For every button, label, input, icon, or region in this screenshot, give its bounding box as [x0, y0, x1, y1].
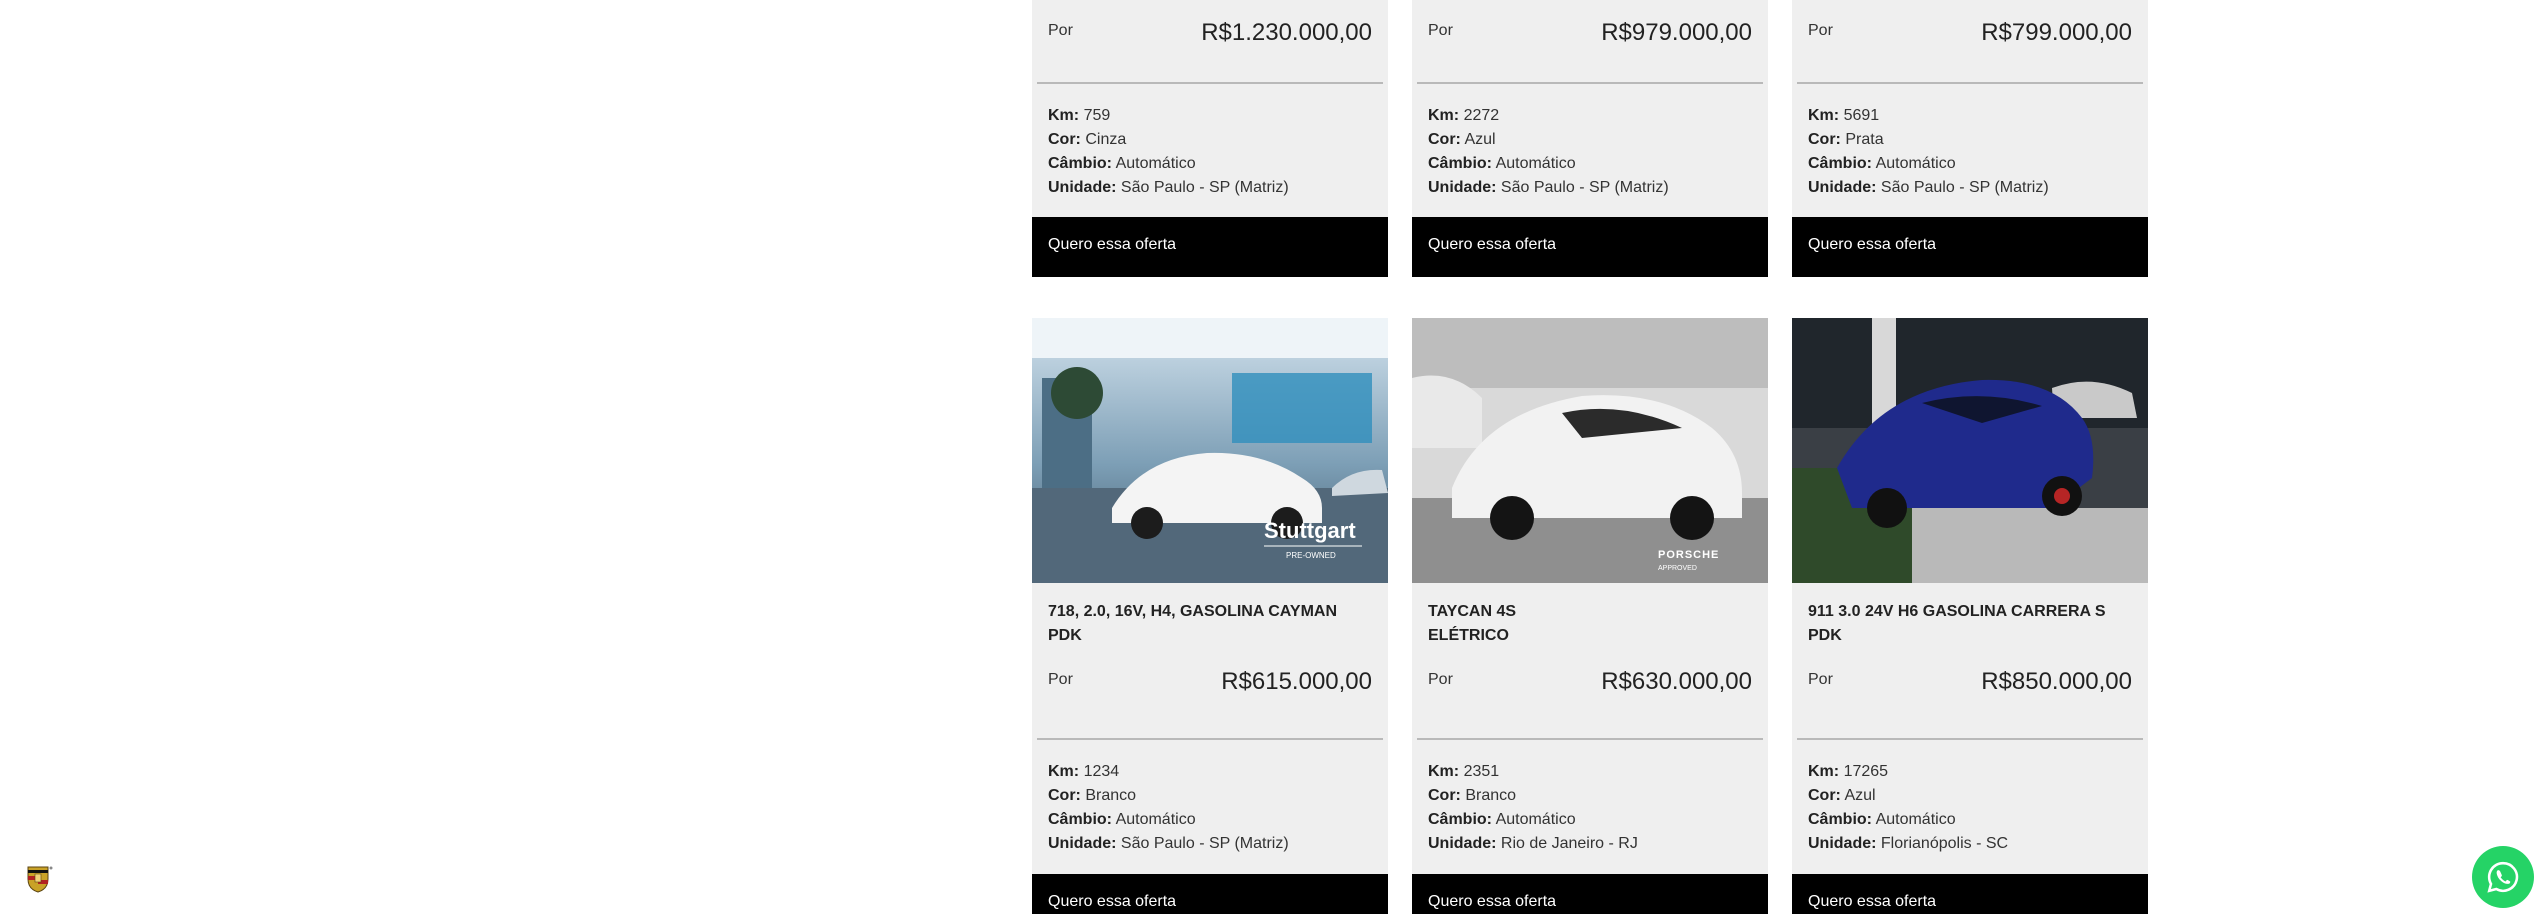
divider — [1417, 82, 1763, 84]
vehicle-specs: Km: 1234 Cor: Branco Câmbio: Automático … — [1048, 760, 1372, 856]
spec-gearbox: Câmbio: Automático — [1428, 811, 1576, 828]
price-value: R$1.230.000,00 — [1201, 19, 1372, 46]
vehicle-title[interactable]: 718, 2.0, 16V, H4, GASOLINA CAYMAN PDK — [1048, 600, 1368, 648]
vehicle-grid: Por R$1.230.000,00 Km: 759 Cor: Cinza Câ… — [1032, 0, 2148, 914]
whatsapp-icon — [2487, 861, 2519, 893]
svg-text:Stuttgart: Stuttgart — [1264, 518, 1356, 543]
vehicle-card: Stuttgart PRE-OWNED 718, 2.0, 16V, H4, G… — [1032, 318, 1388, 914]
vehicle-photo[interactable]: Stuttgart PRE-OWNED — [1032, 318, 1388, 583]
vehicle-specs: Km: 759 Cor: Cinza Câmbio: Automático Un… — [1048, 104, 1372, 200]
cayman-photo: Stuttgart PRE-OWNED — [1032, 318, 1388, 583]
price-row: Por R$799.000,00 — [1808, 15, 2132, 55]
vehicle-photo[interactable] — [1792, 318, 2148, 583]
price-prefix: Por — [1808, 22, 1833, 39]
vehicle-photo[interactable]: PORSCHE APPROVED — [1412, 318, 1768, 583]
svg-text:APPROVED: APPROVED — [1658, 565, 1697, 572]
spec-km: Km: 759 — [1048, 107, 1111, 124]
offer-button[interactable]: Quero essa oferta — [1412, 217, 1768, 277]
spec-color: Cor: Cinza — [1048, 131, 1127, 148]
price-prefix: Por — [1428, 22, 1453, 39]
vehicle-specs: Km: 5691 Cor: Prata Câmbio: Automático U… — [1808, 104, 2132, 200]
taycan-photo: PORSCHE APPROVED — [1412, 318, 1768, 583]
offer-button[interactable]: Quero essa oferta — [1792, 874, 2148, 914]
spec-unit: Unidade: São Paulo - SP (Matriz) — [1808, 179, 2049, 196]
offer-button[interactable]: Quero essa oferta — [1792, 217, 2148, 277]
vehicle-title[interactable]: TAYCAN 4S ELÉTRICO — [1428, 600, 1748, 648]
price-prefix: Por — [1808, 671, 1833, 688]
vehicle-title[interactable]: 911 3.0 24V H6 GASOLINA CARRERA S PDK — [1808, 600, 2128, 648]
spec-gearbox: Câmbio: Automático — [1048, 811, 1196, 828]
offer-button[interactable]: Quero essa oferta — [1032, 874, 1388, 914]
vehicle-specs: Km: 2351 Cor: Branco Câmbio: Automático … — [1428, 760, 1752, 856]
price-row: Por R$979.000,00 — [1428, 15, 1752, 55]
spec-gearbox: Câmbio: Automático — [1048, 155, 1196, 172]
price-value: R$615.000,00 — [1221, 668, 1372, 695]
vehicle-card: Por R$1.230.000,00 Km: 759 Cor: Cinza Câ… — [1032, 0, 1388, 277]
price-prefix: Por — [1428, 671, 1453, 688]
spec-km: Km: 2272 — [1428, 107, 1500, 124]
spec-km: Km: 17265 — [1808, 763, 1889, 780]
svg-text:PRE-OWNED: PRE-OWNED — [1286, 551, 1336, 560]
svg-text:PORSCHE: PORSCHE — [1658, 549, 1719, 561]
divider — [1037, 738, 1383, 740]
spec-color: Cor: Branco — [1428, 787, 1517, 804]
price-prefix: Por — [1048, 671, 1073, 688]
porsche-crest-icon[interactable] — [24, 864, 54, 894]
price-row: Por R$1.230.000,00 — [1048, 15, 1372, 55]
offer-button[interactable]: Quero essa oferta — [1032, 217, 1388, 277]
price-prefix: Por — [1048, 22, 1073, 39]
spec-km: Km: 2351 — [1428, 763, 1500, 780]
spec-gearbox: Câmbio: Automático — [1428, 155, 1576, 172]
spec-unit: Unidade: São Paulo - SP (Matriz) — [1048, 835, 1289, 852]
spec-unit: Unidade: São Paulo - SP (Matriz) — [1428, 179, 1669, 196]
divider — [1797, 738, 2143, 740]
divider — [1417, 738, 1763, 740]
spec-color: Cor: Azul — [1808, 787, 1876, 804]
vehicle-specs: Km: 17265 Cor: Azul Câmbio: Automático U… — [1808, 760, 2132, 856]
spec-unit: Unidade: Rio de Janeiro - RJ — [1428, 835, 1638, 852]
vehicle-card: Por R$799.000,00 Km: 5691 Cor: Prata Câm… — [1792, 0, 2148, 277]
spec-km: Km: 1234 — [1048, 763, 1120, 780]
price-value: R$850.000,00 — [1981, 668, 2132, 695]
divider — [1797, 82, 2143, 84]
spec-unit: Unidade: São Paulo - SP (Matriz) — [1048, 179, 1289, 196]
vehicle-card: Por R$979.000,00 Km: 2272 Cor: Azul Câmb… — [1412, 0, 1768, 277]
price-row: Por R$630.000,00 — [1428, 664, 1752, 704]
divider — [1037, 82, 1383, 84]
spec-color: Cor: Prata — [1808, 131, 1884, 148]
spec-gearbox: Câmbio: Automático — [1808, 811, 1956, 828]
price-value: R$630.000,00 — [1601, 668, 1752, 695]
price-row: Por R$850.000,00 — [1808, 664, 2132, 704]
spec-color: Cor: Azul — [1428, 131, 1496, 148]
spec-km: Km: 5691 — [1808, 107, 1880, 124]
spec-color: Cor: Branco — [1048, 787, 1137, 804]
vehicle-card: 911 3.0 24V H6 GASOLINA CARRERA S PDK Po… — [1792, 318, 2148, 914]
spec-unit: Unidade: Florianópolis - SC — [1808, 835, 2009, 852]
whatsapp-button[interactable] — [2472, 846, 2534, 908]
carrera-photo — [1792, 318, 2148, 583]
price-value: R$979.000,00 — [1601, 19, 1752, 46]
vehicle-specs: Km: 2272 Cor: Azul Câmbio: Automático Un… — [1428, 104, 1752, 200]
vehicle-card: PORSCHE APPROVED TAYCAN 4S ELÉTRICO Por … — [1412, 318, 1768, 914]
price-row: Por R$615.000,00 — [1048, 664, 1372, 704]
price-value: R$799.000,00 — [1981, 19, 2132, 46]
spec-gearbox: Câmbio: Automático — [1808, 155, 1956, 172]
offer-button[interactable]: Quero essa oferta — [1412, 874, 1768, 914]
